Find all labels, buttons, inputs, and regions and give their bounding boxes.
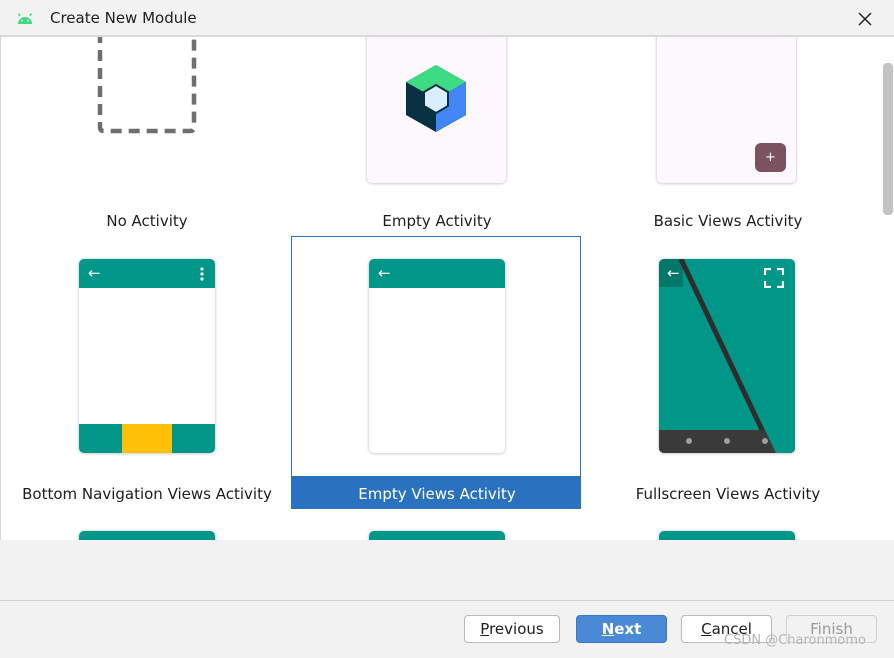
fab-plus-icon: + [755,143,786,172]
title-bar: Create New Module [0,0,894,37]
previous-mnemonic: P [480,620,490,638]
watermark: CSDN @Charonmomo [724,633,866,648]
bottom-nav-selected-item [122,424,172,453]
bottom-nav-preview: ← [79,259,215,453]
bottom-nav-bar [79,424,215,453]
next-button[interactable]: Next [576,615,667,643]
template-no-activity[interactable] [1,37,291,237]
template-preview [367,37,506,183]
dashed-square-icon [97,37,197,134]
android-icon [17,13,33,24]
template-label-fullscreen-views-activity: Fullscreen Views Activity [635,485,821,503]
window-title: Create New Module [50,9,197,27]
back-arrow-icon: ← [667,264,680,282]
scrollbar-thumb[interactable] [883,63,893,215]
back-arrow-icon: ← [378,264,391,282]
compose-hexagon-icon [406,65,466,132]
template-empty-activity[interactable] [293,37,583,237]
footer-divider [0,600,894,601]
back-arrow-icon: ← [88,264,101,282]
template-label-empty-activity: Empty Activity [382,212,492,230]
template-basic-views-activity[interactable]: + [583,37,879,237]
template-gallery[interactable]: No Activity Empty Activity + Basic Views… [0,37,894,540]
template-label-empty-views-activity: Empty Views Activity [358,485,516,503]
template-preview-partial[interactable] [79,531,215,540]
previous-label-rest: revious [489,620,544,638]
previous-button[interactable]: Previous [464,615,560,643]
template-preview-partial[interactable] [659,531,795,540]
template-label-basic-views-activity: Basic Views Activity [653,212,803,230]
appbar-preview: ← [369,259,505,453]
overflow-menu-icon [200,267,204,281]
template-label-no-activity: No Activity [106,212,188,230]
fullscreen-icon [764,268,784,288]
template-empty-views-activity[interactable]: ← [292,237,580,508]
template-fullscreen-views-activity[interactable]: ← [583,237,879,509]
next-mnemonic: N [601,620,615,638]
fullscreen-preview: ← [659,259,795,453]
app-bar: ← [79,259,215,288]
app-bar: ← [369,259,505,288]
cancel-mnemonic: C [701,620,712,638]
template-preview: + [657,37,796,183]
close-icon[interactable] [854,8,876,30]
template-label-bottom-navigation-views-activity: Bottom Navigation Views Activity [22,485,272,503]
template-preview-partial[interactable] [369,531,505,540]
fullscreen-illustration [659,259,795,453]
template-bottom-navigation-views-activity[interactable]: ← [1,237,291,509]
next-label-rest: ext [614,620,642,638]
